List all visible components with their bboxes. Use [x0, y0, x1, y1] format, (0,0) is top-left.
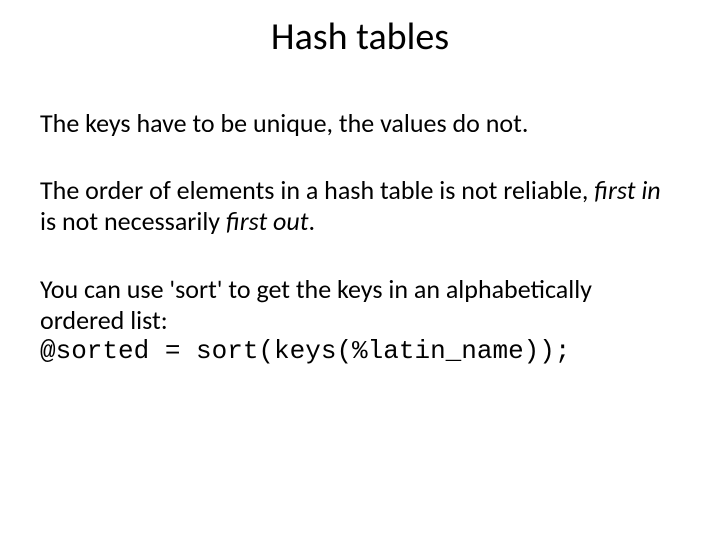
- text: .: [308, 205, 315, 237]
- paragraph-2: The order of elements in a hash table is…: [40, 175, 680, 237]
- paragraph-3: You can use 'sort' to get the keys in an…: [40, 274, 680, 368]
- slide: Hash tables The keys have to be unique, …: [0, 0, 720, 540]
- italic-text: first in: [594, 174, 660, 206]
- slide-title: Hash tables: [40, 14, 680, 60]
- code-line: @sorted = sort(keys(%latin_name));: [40, 336, 680, 367]
- italic-text: first out: [226, 205, 309, 237]
- paragraph-1: The keys have to be unique, the values d…: [40, 108, 680, 139]
- text: is not necessarily: [40, 205, 226, 237]
- text: The order of elements in a hash table is…: [40, 174, 594, 206]
- text: You can use 'sort' to get the keys in an…: [40, 274, 680, 336]
- slide-body: The keys have to be unique, the values d…: [40, 108, 680, 367]
